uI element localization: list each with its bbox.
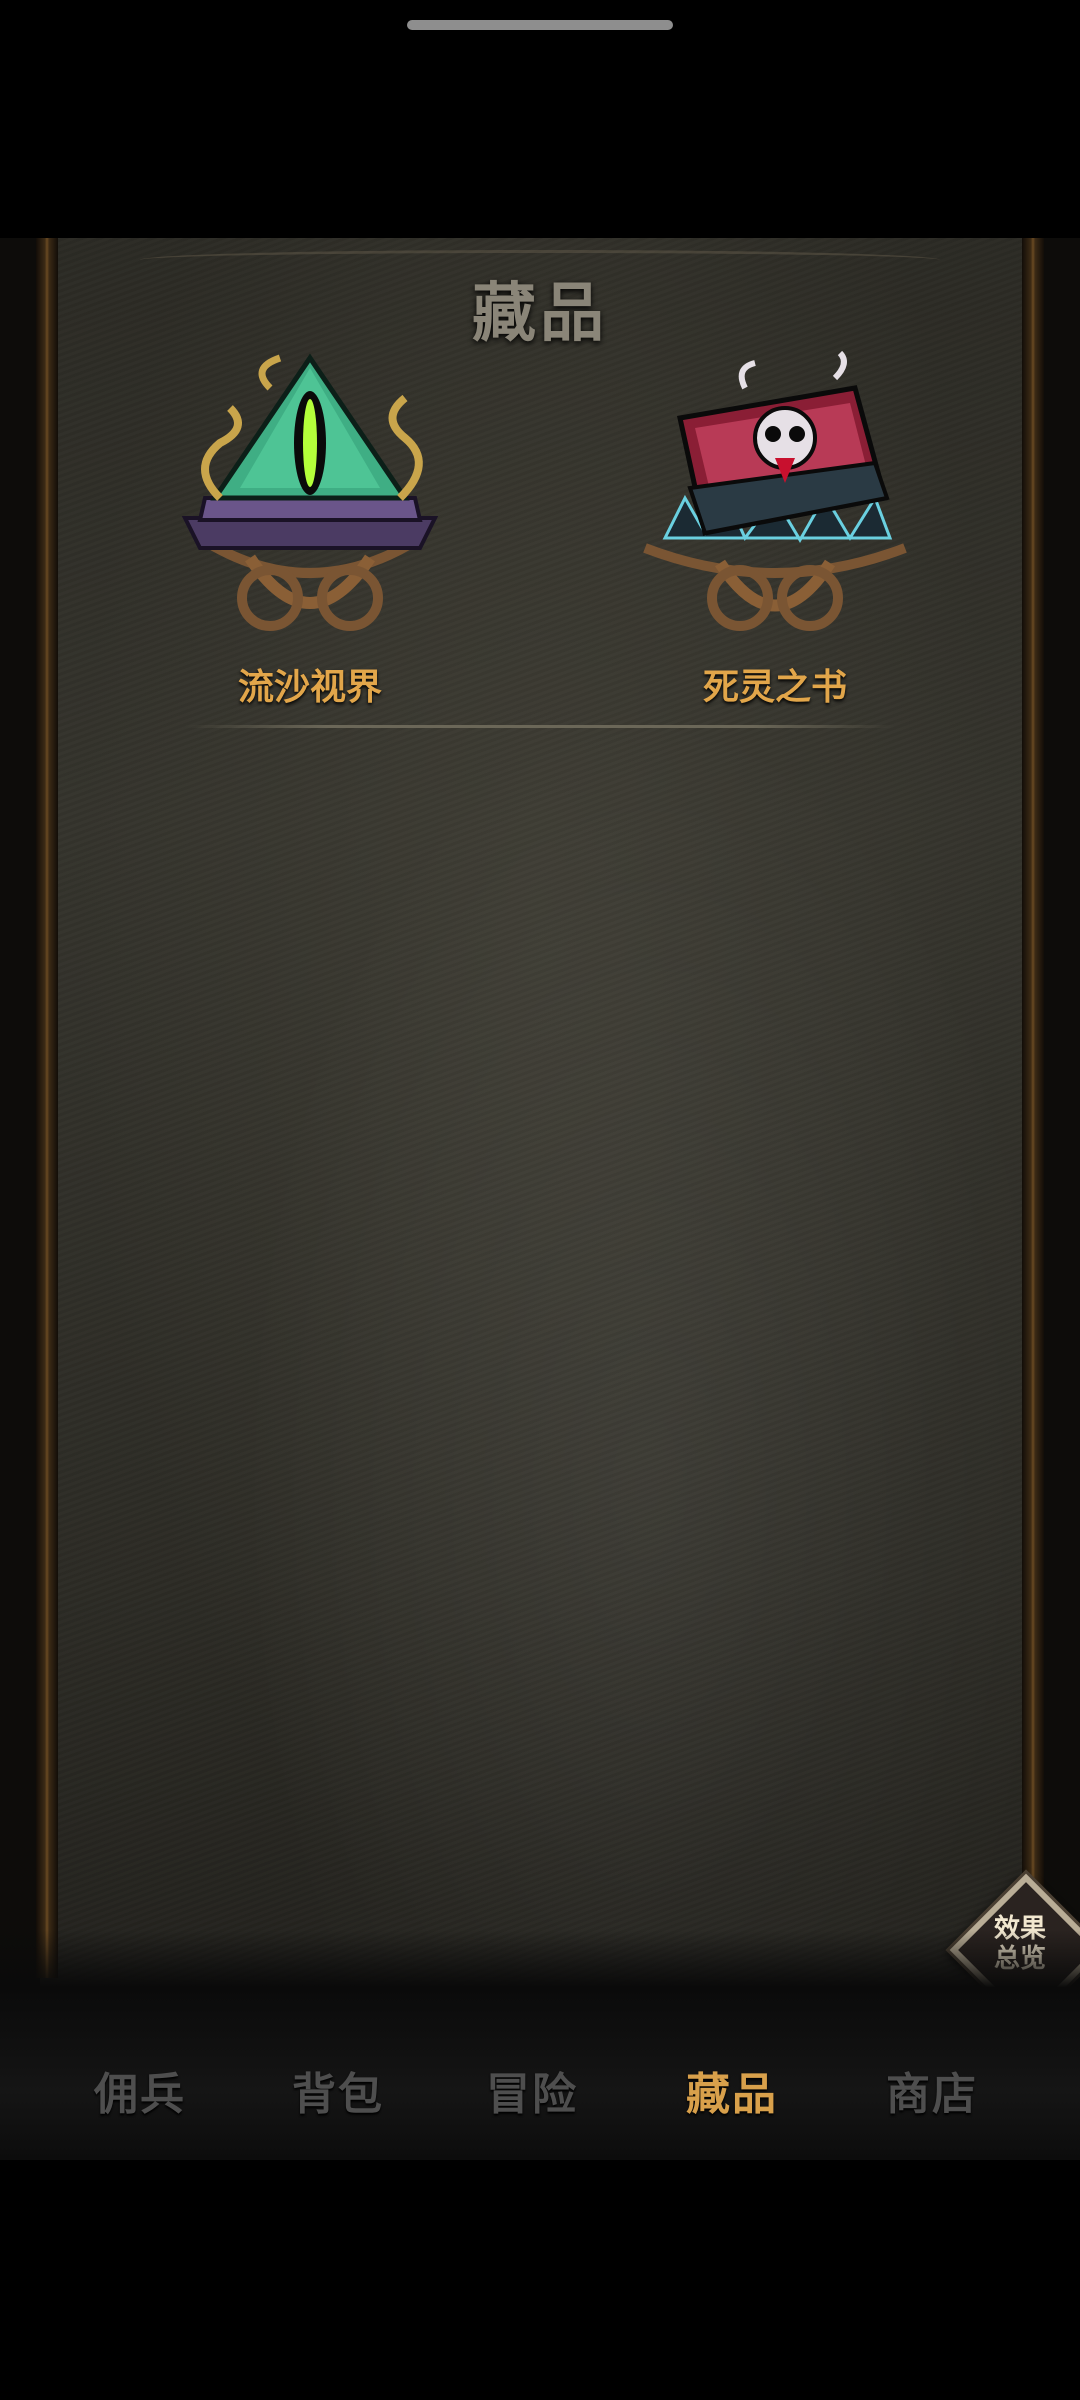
tab-shop[interactable]: 商店 <box>852 2058 1012 2122</box>
bottom-blank-area <box>0 2160 1080 2400</box>
collection-item-label: 流沙视界 <box>237 666 382 708</box>
page-title: 藏品 <box>472 276 608 351</box>
bottom-tab-bar: 佣兵 背包 冒险 藏品 商店 <box>0 2040 1080 2140</box>
panel-edge-right <box>1040 238 1080 2158</box>
panel-edge-left <box>0 238 40 2158</box>
tab-adventure[interactable]: 冒险 <box>452 2058 612 2122</box>
frame-rail-left <box>36 238 58 1978</box>
necronomicon-book-icon <box>643 350 907 631</box>
collection-item-label: 死灵之书 <box>702 666 847 708</box>
collection-item-necronomicon[interactable]: 死灵之书 <box>625 348 925 708</box>
collection-item-sand-eye[interactable]: 流沙视界 <box>160 348 460 708</box>
sand-eye-relic-icon <box>181 353 439 631</box>
gesture-handle <box>407 20 673 30</box>
tab-mercenary[interactable]: 佣兵 <box>60 2058 220 2122</box>
tab-backpack[interactable]: 背包 <box>258 2058 418 2122</box>
tab-collection[interactable]: 藏品 <box>652 2058 812 2122</box>
section-divider <box>185 725 895 728</box>
collection-panel: 藏品 流沙视界 死灵之书 效果 <box>0 238 1080 2158</box>
frame-rail-right <box>1022 238 1044 1978</box>
